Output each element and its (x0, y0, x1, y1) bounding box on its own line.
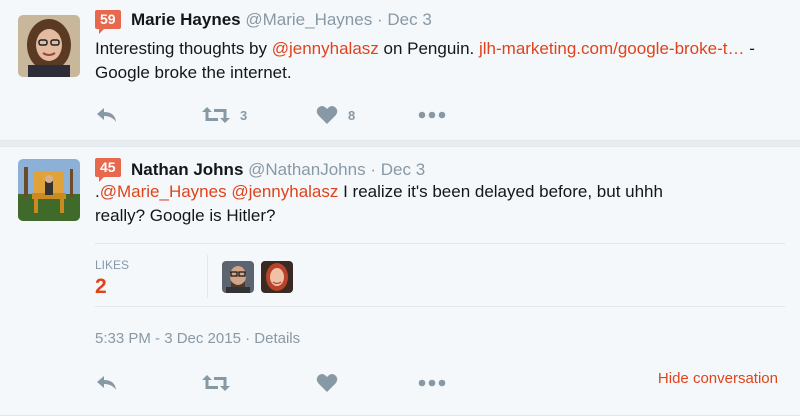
retweet-icon (202, 107, 230, 123)
tweet-timestamp: 5:33 PM - 3 Dec 2015 · Details (95, 330, 300, 347)
mention-link[interactable]: @jennyhalasz (231, 182, 338, 201)
retweet-button[interactable]: 3 (202, 103, 247, 127)
mention-link[interactable]: @jennyhalasz (272, 39, 379, 58)
score-badge: 45 (95, 158, 121, 182)
author-name[interactable]: Nathan Johns (131, 160, 243, 179)
likes-count[interactable]: 2 (95, 275, 107, 299)
vertical-separator (207, 255, 208, 298)
separator-dot: · (245, 330, 251, 347)
likes-label: LIKES (95, 258, 130, 272)
heart-icon (316, 106, 338, 124)
retweet-icon (202, 375, 230, 391)
liker-avatar[interactable] (261, 261, 293, 293)
heart-icon (316, 374, 338, 392)
tweet-text: Interesting thoughts by @jennyhalasz on … (95, 37, 775, 85)
text-segment: I realize it's been delayed before, but … (338, 182, 663, 201)
tweet-date[interactable]: Dec 3 (381, 160, 425, 179)
author-name[interactable]: Marie Haynes (131, 10, 241, 29)
more-icon (418, 379, 446, 387)
reply-icon (97, 376, 116, 390)
text-segment: really? Google is Hitler? (95, 206, 276, 225)
tweet-nathan-johns[interactable]: 45 Nathan Johns @NathanJohns · Dec 3 .@M… (0, 146, 800, 416)
separator-dot: · (370, 160, 376, 179)
url-link[interactable]: jlh-marketing.com/google-broke-t… (479, 39, 745, 58)
tweet-marie-haynes[interactable]: 59 Marie Haynes @Marie_Haynes · Dec 3 In… (0, 0, 800, 141)
author-handle[interactable]: @NathanJohns (248, 160, 365, 179)
liker-avatar[interactable] (222, 261, 254, 293)
reply-button[interactable] (95, 103, 119, 127)
retweet-button[interactable] (202, 371, 230, 395)
more-icon (418, 111, 446, 119)
reply-button[interactable] (95, 371, 119, 395)
like-button[interactable] (316, 371, 338, 395)
timestamp-text[interactable]: 5:33 PM - 3 Dec 2015 (95, 330, 241, 347)
tweet-header: Nathan Johns @NathanJohns · Dec 3 (131, 159, 425, 181)
mention-link[interactable]: @Marie_Haynes (100, 182, 227, 201)
avatar-marie-haynes[interactable] (18, 15, 80, 77)
like-count: 8 (348, 107, 356, 123)
reply-icon (97, 108, 116, 122)
separator-dot: · (376, 10, 383, 29)
more-button[interactable] (418, 103, 446, 127)
author-handle[interactable]: @Marie_Haynes (245, 10, 372, 29)
text-segment: on Penguin. (378, 39, 479, 58)
tweet-date[interactable]: Dec 3 (387, 10, 431, 29)
details-link[interactable]: Details (254, 330, 300, 347)
text-segment: Interesting thoughts by (95, 39, 272, 58)
more-button[interactable] (418, 371, 446, 395)
tweet-header: Marie Haynes @Marie_Haynes · Dec 3 (131, 9, 432, 31)
avatar-nathan-johns[interactable] (18, 159, 80, 221)
like-button[interactable]: 8 (316, 103, 355, 127)
tweet-text: .@Marie_Haynes @jennyhalasz I realize it… (95, 180, 775, 228)
score-badge: 59 (95, 10, 121, 34)
divider (95, 306, 785, 307)
retweet-count: 3 (240, 107, 248, 123)
divider (95, 243, 785, 244)
hide-conversation-link[interactable]: Hide conversation (658, 370, 778, 387)
